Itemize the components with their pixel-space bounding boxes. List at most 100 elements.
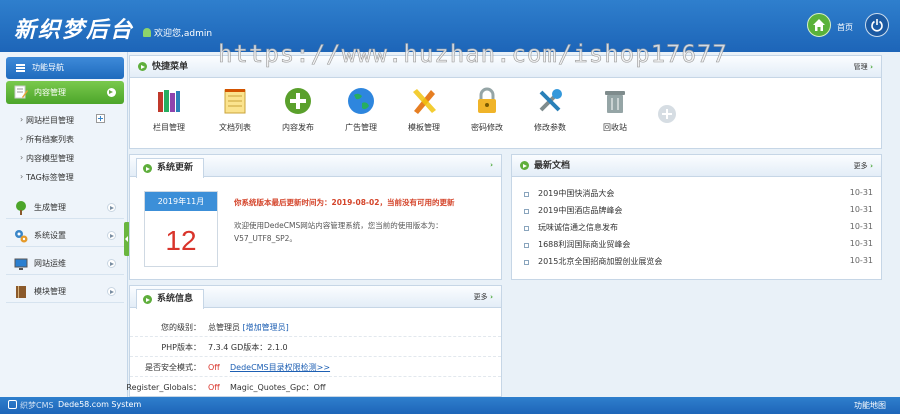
pencil-ruler-icon bbox=[413, 89, 436, 114]
sub-item-content-model[interactable]: 内容模型管理 bbox=[20, 153, 74, 164]
sidebar: 功能导航 内容管理 网站栏目管理 所有档案列表 内容模型管理 TAG标签管理 生… bbox=[0, 52, 128, 397]
sub-item-all-docs[interactable]: 所有档案列表 bbox=[20, 134, 74, 145]
add-admin-link[interactable]: [增加管理员] bbox=[243, 323, 289, 332]
doc-title[interactable]: 玩味诚信通之信息发布 bbox=[538, 222, 618, 233]
panel-header: 系统信息 更多 bbox=[130, 286, 501, 309]
quick-item-doc-list[interactable]: 文档列表 bbox=[210, 86, 260, 133]
bullet-icon bbox=[524, 226, 529, 231]
menu-label: 系统设置 bbox=[34, 231, 66, 240]
calendar-day: 12 bbox=[165, 225, 197, 256]
expand-arrow[interactable] bbox=[490, 161, 493, 169]
bullet-icon bbox=[524, 209, 529, 214]
add-icon bbox=[285, 88, 311, 114]
home-icon bbox=[813, 19, 825, 31]
logout-button[interactable] bbox=[865, 13, 889, 37]
menu-modules[interactable]: 模块管理 bbox=[6, 281, 124, 303]
quick-item-label: 广告管理 bbox=[345, 123, 377, 132]
info-row: 您的级别： 总管理员 [增加管理员] bbox=[130, 317, 501, 337]
list-item[interactable]: 1688利润国际商业贸峰会 10-31 bbox=[524, 239, 873, 253]
list-item[interactable]: 玩味诚信通之信息发布 10-31 bbox=[524, 222, 873, 236]
doc-title[interactable]: 2019中国酒店品牌峰会 bbox=[538, 205, 622, 216]
menu-system-settings[interactable]: 系统设置 bbox=[6, 225, 124, 247]
calendar-month: 2019年11月 bbox=[145, 192, 217, 211]
quick-item-ads[interactable]: 广告管理 bbox=[336, 86, 386, 133]
info-row: PHP版本： 7.3.4 GD版本：2.1.0 bbox=[130, 337, 501, 357]
quick-item-recycle[interactable]: 回收站 bbox=[590, 86, 640, 133]
menu-label: 模块管理 bbox=[34, 287, 66, 296]
quick-item-label: 内容发布 bbox=[282, 123, 314, 132]
sub-item-tag-management[interactable]: TAG标签管理 bbox=[20, 172, 74, 183]
bullet-icon bbox=[524, 260, 529, 265]
panel-title: 快捷菜单 bbox=[138, 56, 188, 78]
menu-label: 网站运维 bbox=[34, 259, 66, 268]
expand-icon bbox=[107, 88, 116, 97]
doc-title[interactable]: 2015北京全国招商加盟创业展览会 bbox=[538, 256, 662, 267]
expand-icon bbox=[107, 203, 116, 212]
sitemap-link[interactable]: 功能地图 bbox=[854, 400, 886, 411]
add-column-icon[interactable] bbox=[96, 114, 105, 123]
expand-icon bbox=[107, 287, 116, 296]
safe-mode-value: Off bbox=[208, 363, 220, 372]
expand-icon bbox=[107, 259, 116, 268]
menu-icon bbox=[16, 64, 25, 72]
document-edit-icon bbox=[14, 85, 28, 99]
quick-item-password[interactable]: 密码修改 bbox=[462, 86, 512, 133]
system-info-panel: 系统信息 更多 您的级别： 总管理员 [增加管理员] PHP版本： 7.3.4 … bbox=[126, 285, 502, 397]
footer-cms-label: 织梦CMS bbox=[20, 401, 54, 410]
doc-date: 10-31 bbox=[849, 188, 873, 197]
doc-title[interactable]: 1688利润国际商业贸峰会 bbox=[538, 239, 630, 250]
doc-date: 10-31 bbox=[849, 205, 873, 214]
info-value: 7.3.4 GD版本：2.1.0 bbox=[208, 343, 288, 352]
watermark-text: https://www.huzhan.com/ishop17677 bbox=[218, 40, 728, 69]
app-logo: 新织梦后台 bbox=[14, 18, 135, 43]
panel-header: 最新文档 更多 bbox=[512, 155, 881, 177]
menu-site-ops[interactable]: 网站运维 bbox=[6, 253, 124, 275]
quick-item-label: 修改参数 bbox=[534, 123, 566, 132]
panel-header: 系统更新 bbox=[130, 155, 501, 178]
tree-icon bbox=[16, 201, 26, 215]
panel-tab-title: 系统更新 bbox=[136, 158, 205, 178]
trash-icon bbox=[605, 91, 625, 113]
menu-label: 内容管理 bbox=[34, 88, 66, 97]
info-key: Register_Globals： bbox=[126, 383, 201, 392]
doc-date: 10-31 bbox=[849, 256, 873, 265]
add-shortcut-icon[interactable] bbox=[657, 104, 677, 124]
more-link[interactable]: 更多 bbox=[854, 161, 873, 171]
magic-quotes-text: Magic_Quotes_Gpc：Off bbox=[229, 383, 326, 392]
list-item[interactable]: 2015北京全国招商加盟创业展览会 10-31 bbox=[524, 256, 873, 270]
manage-link[interactable]: 管理 bbox=[854, 62, 873, 72]
list-item[interactable]: 2019中国快消品大会 10-31 bbox=[524, 188, 873, 202]
quick-item-label: 模板管理 bbox=[408, 123, 440, 132]
info-value: 总管理员 [增加管理员] bbox=[208, 322, 289, 333]
quick-item-templates[interactable]: 模板管理 bbox=[399, 86, 449, 133]
version-description: 欢迎使用DedeCMS网站内容管理系统，您当前的使用版本为：V57_UTF8_S… bbox=[234, 221, 443, 243]
permission-check-link[interactable]: DedeCMS目录权限检测>> bbox=[230, 363, 330, 372]
welcome-text: 欢迎您,admin bbox=[143, 26, 212, 39]
menu-generate[interactable]: 生成管理 bbox=[6, 197, 124, 219]
doc-title[interactable]: 2019中国快消品大会 bbox=[538, 188, 614, 199]
sub-item-column-management[interactable]: 网站栏目管理 bbox=[20, 115, 74, 126]
quick-item-params[interactable]: 修改参数 bbox=[525, 86, 575, 133]
menu-content-management[interactable]: 内容管理 bbox=[6, 81, 124, 104]
menu-label: 生成管理 bbox=[34, 203, 66, 212]
info-value: Off DedeCMS目录权限检测>> bbox=[208, 362, 330, 373]
quick-item-publish[interactable]: 内容发布 bbox=[273, 86, 323, 133]
quick-item-label: 密码修改 bbox=[471, 123, 503, 132]
info-row: 是否安全模式： Off DedeCMS目录权限检测>> bbox=[130, 357, 501, 377]
notepad-icon bbox=[224, 89, 246, 114]
gears-icon bbox=[15, 230, 28, 243]
more-link[interactable]: 更多 bbox=[474, 292, 493, 302]
info-key: 是否安全模式： bbox=[145, 363, 201, 372]
nav-header: 功能导航 bbox=[6, 57, 124, 79]
list-item[interactable]: 2019中国酒店品牌峰会 10-31 bbox=[524, 205, 873, 219]
home-label[interactable]: 首页 bbox=[837, 22, 853, 33]
doc-date: 10-31 bbox=[849, 222, 873, 231]
info-key: PHP版本： bbox=[161, 343, 201, 352]
info-row: Register_Globals： Off Magic_Quotes_Gpc：O… bbox=[126, 377, 501, 397]
quick-item-columns[interactable]: 栏目管理 bbox=[144, 86, 194, 133]
quick-item-label: 回收站 bbox=[603, 123, 627, 132]
footer-system-label: Dede58.com System bbox=[58, 400, 142, 409]
footer-bar: 织梦CMS Dede58.com System 功能地图 bbox=[0, 397, 900, 414]
update-notice: 你系统版本最后更新时间为：2019-08-02，当前没有可用的更新 bbox=[234, 198, 455, 207]
home-button[interactable] bbox=[807, 13, 831, 37]
